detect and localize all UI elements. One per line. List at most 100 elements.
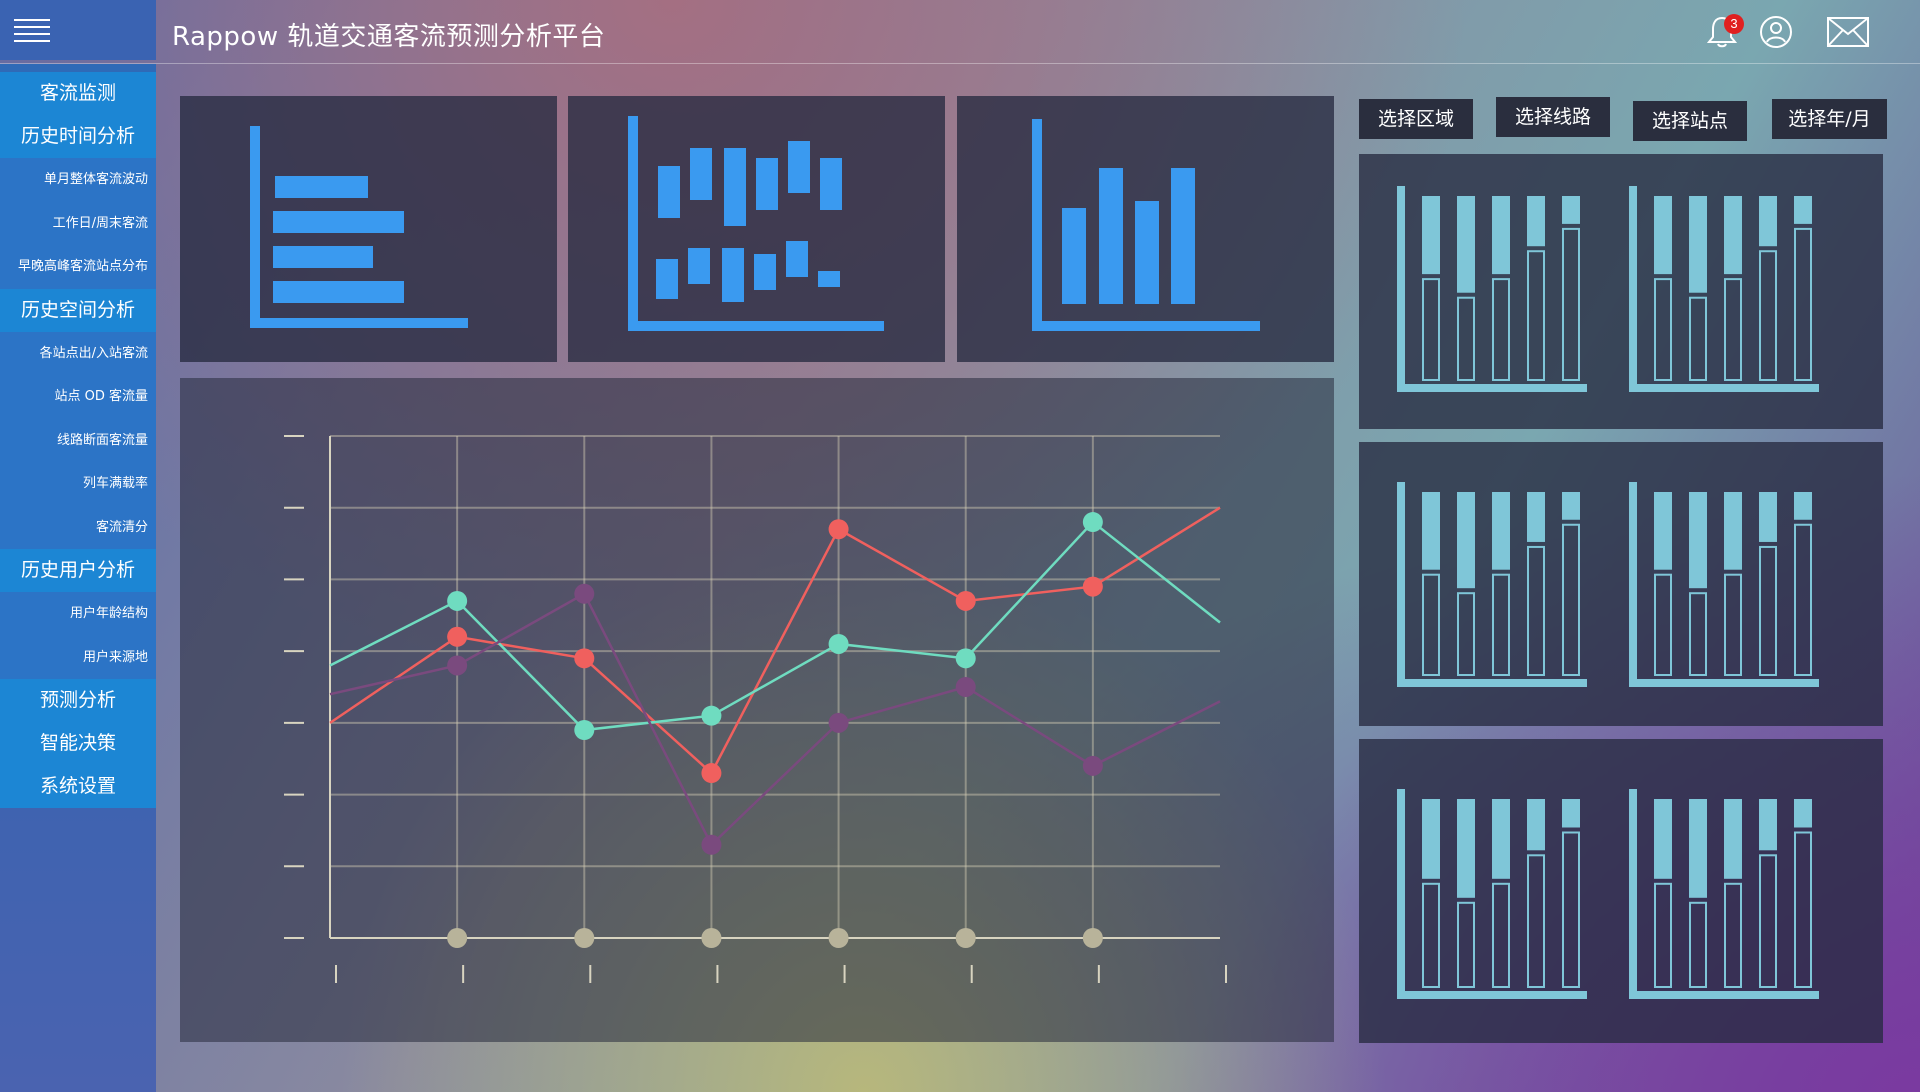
series-point-2 <box>828 712 849 733</box>
sidebar-item-2[interactable]: 单月整体客流波动 <box>0 158 156 202</box>
stack-upper <box>1527 196 1545 247</box>
axis-x <box>1629 679 1819 687</box>
stack-upper <box>1654 492 1672 570</box>
x-axis-dot <box>1082 928 1103 948</box>
select-line-button[interactable]: 选择线路 <box>1496 97 1610 137</box>
series-point-1 <box>574 720 595 741</box>
notifications-button[interactable]: 3 <box>1702 12 1744 52</box>
series-point-1 <box>447 590 468 611</box>
mail-button[interactable] <box>1826 12 1870 52</box>
mail-icon <box>1827 17 1869 47</box>
notification-badge: 3 <box>1724 14 1744 34</box>
axis-x <box>1629 384 1819 392</box>
stack-lower <box>1724 882 1742 988</box>
stack-lower <box>1794 523 1812 676</box>
stack-lower <box>1492 573 1510 676</box>
series-point-0 <box>701 763 722 784</box>
x-axis-dot <box>574 928 595 948</box>
passenger-flow-line-chart[interactable] <box>180 378 1334 1042</box>
stack-lower <box>1689 901 1707 988</box>
stack-lower <box>1562 831 1580 988</box>
x-axis-dot <box>828 928 849 948</box>
app-title: Rappow 轨道交通客流预测分析平台 <box>172 22 606 52</box>
sidebar-item-5[interactable]: 历史空间分析 <box>0 288 156 332</box>
stack-upper <box>1724 196 1742 275</box>
stack-upper <box>1689 799 1707 898</box>
sidebar-item-12[interactable]: 用户年龄结构 <box>0 592 156 636</box>
select-year-month-button[interactable]: 选择年/月 <box>1772 99 1887 139</box>
sidebar-item-4[interactable]: 早晚高峰客流站点分布 <box>0 245 156 289</box>
side-chart-panel-2[interactable] <box>1359 442 1883 726</box>
series-point-1 <box>1082 512 1103 533</box>
stack-lower <box>1724 573 1742 676</box>
stack-upper <box>1562 799 1580 828</box>
stack-upper <box>1759 492 1777 542</box>
stack-lower <box>1527 250 1545 381</box>
series-point-1 <box>828 633 849 654</box>
sidebar-item-6[interactable]: 各站点出/入站客流 <box>0 331 156 375</box>
series-point-2 <box>574 583 595 604</box>
sidebar-item-13[interactable]: 用户来源地 <box>0 635 156 679</box>
sidebar-item-8[interactable]: 线路断面客流量 <box>0 418 156 462</box>
stack-upper <box>1759 196 1777 247</box>
sidebar-item-14[interactable]: 预测分析 <box>0 679 156 722</box>
stack-lower <box>1654 882 1672 988</box>
vertical-bar-chart-tile[interactable] <box>957 96 1334 362</box>
stacked-bar-chart-icon <box>1397 186 1819 392</box>
side-chart-panel-3[interactable] <box>1359 739 1883 1043</box>
sidebar-item-16[interactable]: 系统设置 <box>0 765 156 808</box>
stack-upper <box>1689 196 1707 293</box>
stack-lower <box>1492 278 1510 381</box>
side-chart-panel-1[interactable] <box>1359 154 1883 429</box>
series-point-2 <box>447 655 468 676</box>
stack-lower <box>1759 250 1777 381</box>
sidebar-item-1[interactable]: 历史时间分析 <box>0 115 156 158</box>
sidebar-item-9[interactable]: 列车满载率 <box>0 462 156 506</box>
header-actions: 3 <box>1702 12 1870 52</box>
horizontal-bar-chart-icon <box>250 126 468 328</box>
stack-upper <box>1724 799 1742 879</box>
hamburger-menu-icon[interactable] <box>14 16 50 44</box>
stack-lower <box>1724 278 1742 381</box>
sidebar-item-7[interactable]: 站点 OD 客流量 <box>0 375 156 419</box>
stack-lower <box>1422 573 1440 676</box>
sidebar-item-3[interactable]: 工作日/周末客流 <box>0 201 156 245</box>
axis-x <box>1397 991 1587 999</box>
stack-upper <box>1562 492 1580 520</box>
x-axis-dot <box>447 928 468 948</box>
stack-upper <box>1492 492 1510 570</box>
stack-upper <box>1794 492 1812 520</box>
select-region-button[interactable]: 选择区域 <box>1359 99 1473 139</box>
stacked-bar-chart-icon <box>1397 482 1819 687</box>
stack-lower <box>1527 854 1545 988</box>
stack-upper <box>1422 799 1440 879</box>
series-point-2 <box>1082 755 1103 776</box>
user-button[interactable] <box>1756 12 1796 52</box>
stack-lower <box>1457 296 1475 381</box>
sidebar-item-0[interactable]: 客流监测 <box>0 72 156 115</box>
sidebar-item-15[interactable]: 智能决策 <box>0 722 156 765</box>
floating-bar-chart-tile[interactable] <box>568 96 945 362</box>
series-point-0 <box>828 519 849 540</box>
sidebar-item-10[interactable]: 客流清分 <box>0 505 156 549</box>
stack-upper <box>1422 196 1440 275</box>
series-point-0 <box>574 648 595 669</box>
sidebar-item-11[interactable]: 历史用户分析 <box>0 549 156 592</box>
stack-lower <box>1422 882 1440 988</box>
axis-x <box>1397 679 1587 687</box>
menu-button[interactable] <box>0 0 156 60</box>
axis-y <box>1629 482 1637 687</box>
stack-lower <box>1689 592 1707 676</box>
axis-y <box>1397 789 1405 999</box>
stack-lower <box>1457 901 1475 988</box>
series-point-1 <box>955 648 976 669</box>
stack-upper <box>1527 492 1545 542</box>
series-point-2 <box>701 834 722 855</box>
select-station-button[interactable]: 选择站点 <box>1633 101 1747 141</box>
series-point-2 <box>955 677 976 697</box>
stack-upper <box>1724 492 1742 570</box>
stack-upper <box>1492 799 1510 879</box>
horizontal-bar-chart-tile[interactable] <box>180 96 557 362</box>
axis-y <box>1397 482 1405 687</box>
stack-upper <box>1562 196 1580 224</box>
